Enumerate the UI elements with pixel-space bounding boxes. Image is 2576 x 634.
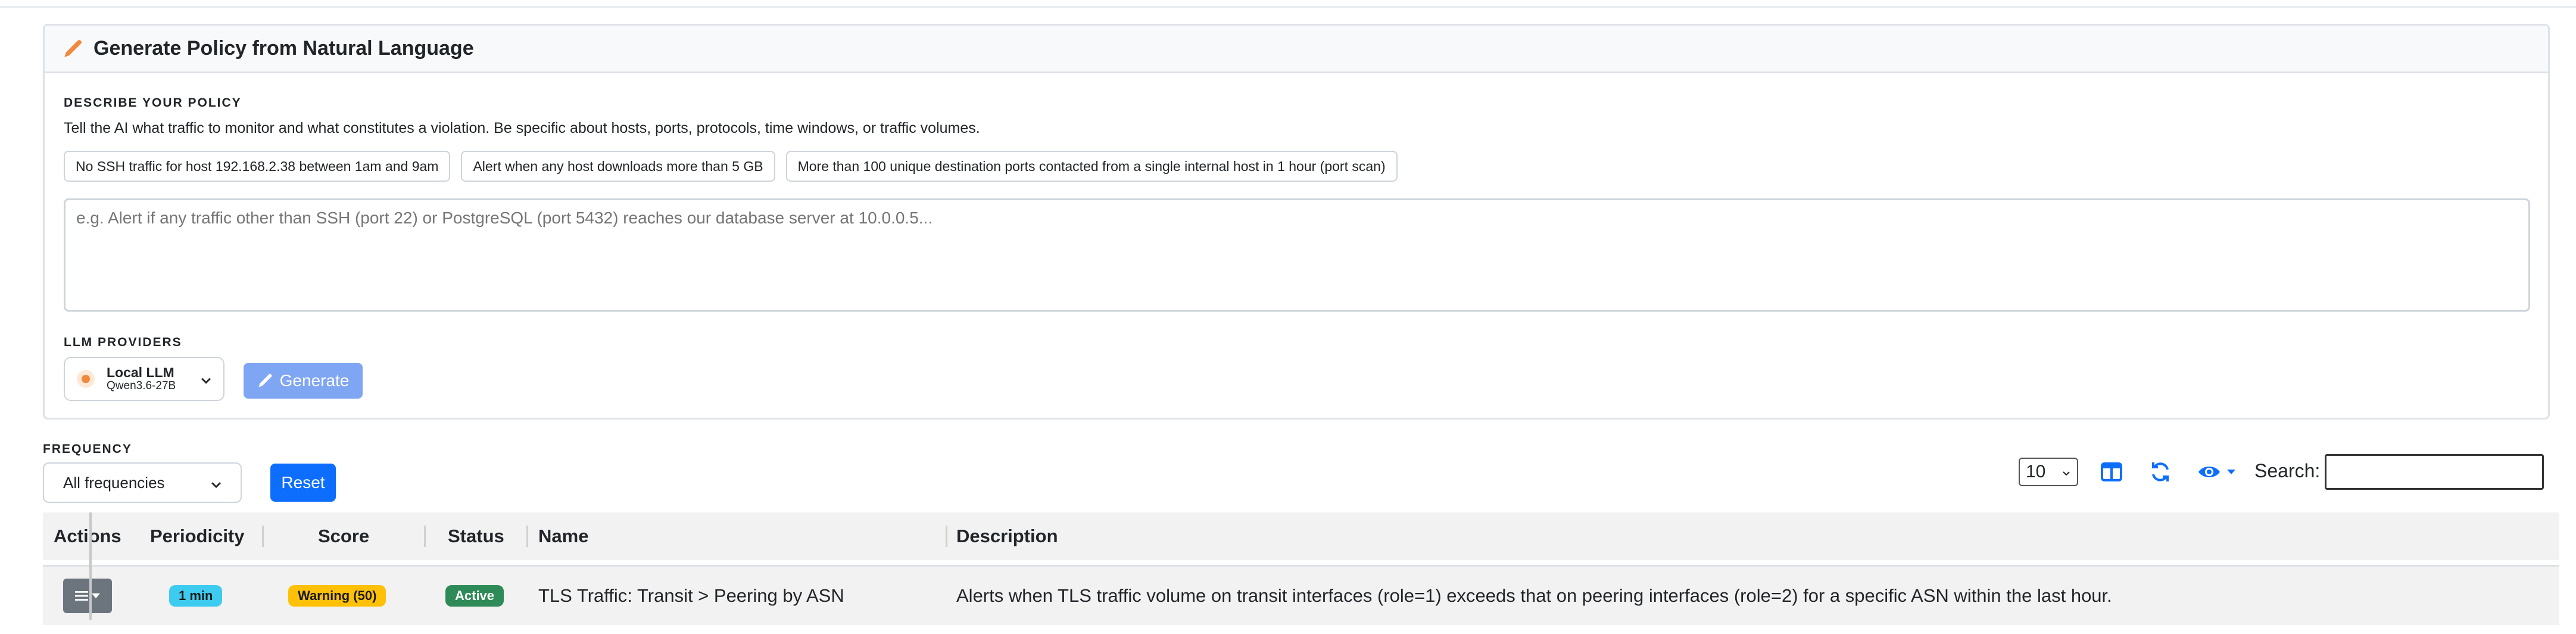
top-divider [0, 0, 2576, 8]
col-actions[interactable]: Actions [54, 512, 121, 560]
search-label: Search: [2254, 460, 2321, 481]
generate-button[interactable]: Generate [244, 363, 363, 399]
table-row[interactable]: 1 min Warning (50) Active TLS Traffic: T… [43, 565, 2559, 625]
col-score[interactable]: Score [318, 512, 369, 560]
generate-label: Generate [279, 371, 350, 390]
row-name[interactable]: TLS Traffic: Transit > Peering by ASN [538, 567, 844, 625]
periodicity-badge: 1 min [169, 585, 223, 607]
caret-down-icon [92, 593, 100, 599]
eye-icon[interactable] [2197, 460, 2239, 484]
row-actions-button[interactable] [63, 579, 112, 613]
example-chip[interactable]: Alert when any host downloads more than … [461, 151, 775, 182]
chevron-down-icon [211, 482, 221, 489]
example-chip[interactable]: More than 100 unique destination ports c… [785, 151, 1398, 182]
provider-status-icon [77, 370, 95, 388]
frequency-value: All frequencies [63, 473, 165, 492]
pencil-icon [64, 39, 82, 57]
page-length-value: 10 [2026, 462, 2046, 481]
provider-model: Qwen3.6-27B [107, 380, 176, 393]
generate-policy-card: Generate Policy from Natural Language DE… [43, 24, 2550, 419]
llm-provider-select[interactable]: Local LLM Qwen3.6-27B [64, 357, 224, 401]
frequency-select[interactable]: All frequencies [43, 462, 242, 503]
policy-description-textarea[interactable] [64, 198, 2530, 312]
col-name[interactable]: Name [538, 512, 588, 560]
reset-button[interactable]: Reset [270, 464, 336, 502]
card-title: Generate Policy from Natural Language [93, 37, 474, 60]
frequency-label: FREQUENCY [43, 442, 132, 456]
llm-providers-label: LLM PROVIDERS [64, 335, 182, 349]
chevron-down-icon [201, 378, 211, 384]
card-header: Generate Policy from Natural Language [45, 26, 2548, 73]
provider-name: Local LLM [107, 364, 174, 380]
refresh-icon[interactable] [2148, 460, 2172, 484]
col-status[interactable]: Status [448, 512, 504, 560]
describe-policy-label: DESCRIBE YOUR POLICY [64, 96, 242, 110]
list-icon [75, 591, 88, 601]
status-badge: Active [445, 585, 504, 607]
row-description: Alerts when TLS traffic volume on transi… [956, 585, 2112, 606]
column-divider [89, 512, 92, 620]
col-periodicity[interactable]: Periodicity [150, 512, 245, 560]
describe-help-text: Tell the AI what traffic to monitor and … [64, 120, 980, 136]
columns-icon[interactable] [2100, 460, 2123, 484]
page-length-select[interactable]: 10 [2019, 458, 2078, 486]
example-chips: No SSH traffic for host 192.168.2.38 bet… [64, 151, 1398, 182]
table-header: Actions Periodicity Score Status Name De… [43, 512, 2559, 560]
example-chip[interactable]: No SSH traffic for host 192.168.2.38 bet… [64, 151, 451, 182]
policies-table: Actions Periodicity Score Status Name De… [43, 512, 2559, 625]
score-badge: Warning (50) [288, 585, 386, 607]
pencil-icon [258, 374, 272, 387]
chevron-down-icon [2063, 471, 2070, 476]
col-description[interactable]: Description [956, 512, 1058, 560]
search-input[interactable] [2325, 454, 2544, 490]
